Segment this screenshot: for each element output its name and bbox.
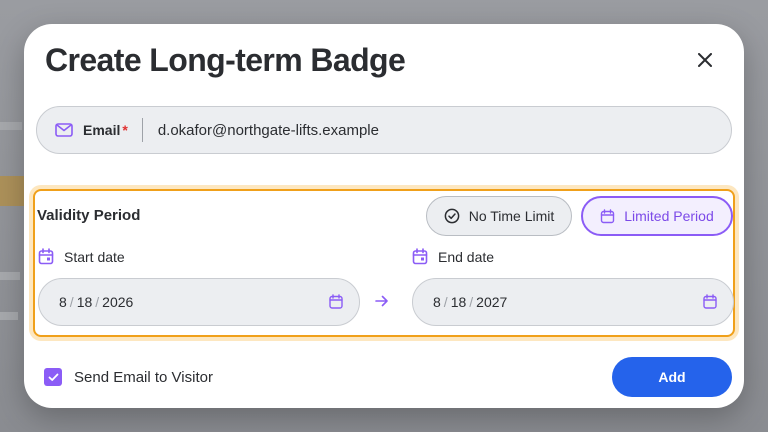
date-separator: / [69,294,74,310]
backdrop-line [0,122,22,130]
email-field[interactable]: Email * d.okafor@northgate-lifts.example [36,106,732,154]
dialog-title: Create Long-term Badge [45,42,406,78]
start-month[interactable]: 8 [59,294,67,310]
date-separator: / [443,294,448,310]
limited-period-option[interactable]: Limited Period [581,196,733,236]
mail-icon [55,121,73,139]
date-separator: / [95,294,100,310]
backdrop-line [0,312,18,320]
calendar-icon [329,294,343,309]
calendar-icon [703,294,717,309]
validity-period-section: Validity Period No Time Limit Limited Pe… [33,189,735,337]
email-label: Email [83,122,121,138]
no-time-limit-label: No Time Limit [468,208,555,224]
field-divider [141,118,143,142]
arrow-right-icon [375,295,389,307]
end-date-label-text: End date [438,248,495,265]
date-separator: / [469,294,474,310]
no-time-limit-option[interactable]: No Time Limit [426,196,572,236]
start-date-input[interactable]: 8/18/2026 [38,278,360,326]
send-email-checkbox[interactable] [44,368,62,386]
send-email-option: Send Email to Visitor [44,368,213,386]
send-email-label[interactable]: Send Email to Visitor [74,369,213,386]
limited-period-label: Limited Period [624,208,714,224]
validity-period-title: Validity Period [37,207,141,224]
start-day[interactable]: 18 [77,294,93,310]
end-date-input[interactable]: 8/18/2027 [412,278,734,326]
calendar-icon [601,208,615,223]
end-month[interactable]: 8 [433,294,441,310]
backdrop-line [0,272,20,280]
close-icon [698,53,712,67]
check-circle-icon [444,208,460,224]
create-badge-dialog: Create Long-term Badge Email * d.okafor@n… [24,24,744,408]
start-date-label-text: Start date [64,248,125,265]
end-date-label: End date [412,248,494,265]
calendar-event-icon [412,248,428,265]
end-year[interactable]: 2027 [476,294,507,310]
close-button[interactable] [692,47,718,73]
checkmark-icon [48,373,58,381]
add-button[interactable]: Add [612,357,732,397]
start-year[interactable]: 2026 [102,294,133,310]
end-day[interactable]: 18 [451,294,467,310]
calendar-event-icon [38,248,54,265]
required-indicator: * [122,122,128,138]
start-date-label: Start date [38,248,125,265]
start-date-picker-button[interactable] [329,294,343,309]
email-input[interactable]: d.okafor@northgate-lifts.example [158,122,379,139]
end-date-picker-button[interactable] [703,294,717,309]
